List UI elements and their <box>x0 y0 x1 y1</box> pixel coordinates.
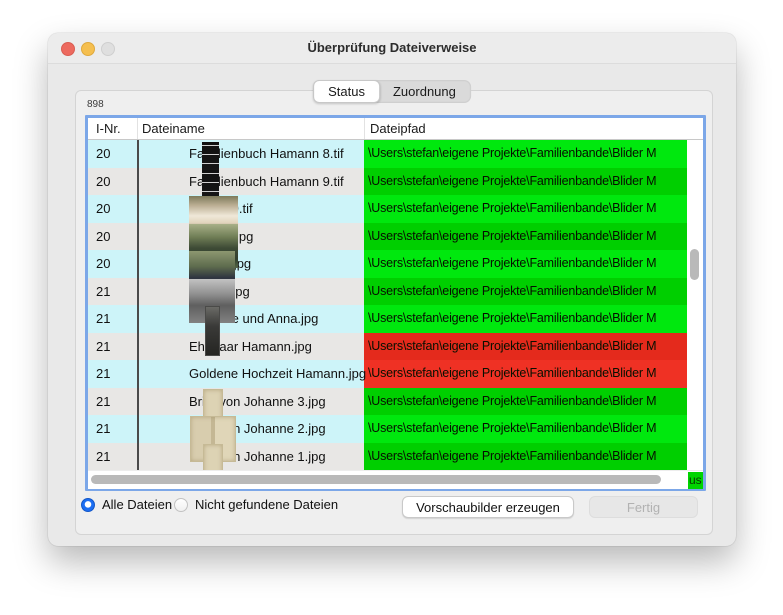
table-row[interactable]: 21 Bild 15.jpg \Users\stefan\eigene Proj… <box>88 278 703 306</box>
radio-alle-dateien[interactable]: Alle Dateien <box>81 497 172 512</box>
table-row[interactable]: 21 Ehepaar Hamann.jpg \Users\stefan\eige… <box>88 333 703 361</box>
path-overflow-corner: us <box>688 472 703 489</box>
content-groupbox: 898 I-Nr. Dateiname Dateipfad 20 Familie… <box>75 90 713 535</box>
cell-inr: 21 <box>88 360 137 388</box>
fertig-button[interactable]: Fertig <box>589 496 698 518</box>
table-row[interactable]: 21 Brief von Johanne 2.jpg \Users\stefan… <box>88 415 703 443</box>
cell-dateipfad: \Users\stefan\eigene Projekte\Familienba… <box>364 223 687 251</box>
table-header: I-Nr. Dateiname Dateipfad <box>88 118 703 140</box>
cell-inr: 20 <box>88 195 137 223</box>
photo-thumbnail-johanne <box>205 306 220 356</box>
cell-dateiname: Familienbuch Hamann 9.tif <box>137 168 364 196</box>
cell-inr: 21 <box>88 333 137 361</box>
row-count: 898 <box>87 99 104 110</box>
cell-dateipfad: \Users\stefan\eigene Projekte\Familienba… <box>364 278 687 306</box>
cell-dateipfad: \Users\stefan\eigene Projekte\Familienba… <box>364 415 687 443</box>
cell-inr: 20 <box>88 223 137 251</box>
cell-dateiname: Brief von Johanne 2.jpg <box>137 415 364 443</box>
cell-inr: 20 <box>88 140 137 168</box>
cell-dateiname: Bild003.jpg <box>137 223 364 251</box>
cell-dateipfad: \Users\stefan\eigene Projekte\Familienba… <box>364 250 687 278</box>
radio-unselected-icon <box>174 498 188 512</box>
radio-alle-dateien-label: Alle Dateien <box>102 497 172 512</box>
cell-dateiname: Bild 15.jpg <box>137 278 364 306</box>
column-header-inr[interactable]: I-Nr. <box>88 118 137 139</box>
cell-dateipfad: \Users\stefan\eigene Projekte\Familienba… <box>364 195 687 223</box>
cell-inr: 20 <box>88 250 137 278</box>
cell-dateipfad: \Users\stefan\eigene Projekte\Familienba… <box>364 443 687 471</box>
vertical-scrollbar[interactable] <box>687 140 703 470</box>
cell-dateiname: Brief von Johanne 1.jpg <box>137 443 364 471</box>
cell-dateiname: Johanne und Anna.jpg <box>137 305 364 333</box>
table-row[interactable]: 20 Familienbuch Hamann 9.tif \Users\stef… <box>88 168 703 196</box>
column-header-dateiname[interactable]: Dateiname <box>137 118 364 139</box>
horizontal-scrollbar-thumb[interactable] <box>91 475 661 484</box>
table-row[interactable]: 20 Bild003.jpg \Users\stefan\eigene Proj… <box>88 223 703 251</box>
vertical-scrollbar-thumb[interactable] <box>690 249 699 280</box>
table-row[interactable]: 21 Brief von Johanne 1.jpg \Users\stefan… <box>88 443 703 471</box>
cell-dateipfad: \Users\stefan\eigene Projekte\Familienba… <box>364 140 687 168</box>
cell-dateiname: File0009.tif <box>137 195 364 223</box>
table-row[interactable]: 21 Brief von Johanne 3.jpg \Users\stefan… <box>88 388 703 416</box>
cell-dateipfad: \Users\stefan\eigene Projekte\Familienba… <box>364 333 687 361</box>
cell-dateiname: Brief von Johanne 3.jpg <box>137 388 364 416</box>
cell-dateipfad: \Users\stefan\eigene Projekte\Familienba… <box>364 168 687 196</box>
letter-thumbnail <box>203 444 223 471</box>
table-row[interactable]: 20 Dia023.jpg \Users\stefan\eigene Proje… <box>88 250 703 278</box>
table-row[interactable]: 21 Goldene Hochzeit Hamann.jpg \Users\st… <box>88 360 703 388</box>
cell-dateipfad: \Users\stefan\eigene Projekte\Familienba… <box>364 360 687 388</box>
cell-inr: 21 <box>88 415 137 443</box>
cell-dateiname: Familienbuch Hamann 8.tif <box>137 140 364 168</box>
horizontal-scrollbar[interactable]: us <box>88 470 703 489</box>
table-row[interactable]: 20 Familienbuch Hamann 8.tif \Users\stef… <box>88 140 703 168</box>
cell-dateiname: Goldene Hochzeit Hamann.jpg <box>137 360 364 388</box>
radio-selected-icon <box>81 498 95 512</box>
tab-zuordnung[interactable]: Zuordnung <box>379 81 470 102</box>
column-header-dateipfad[interactable]: Dateipfad <box>364 118 687 139</box>
table-row[interactable]: 20 File0009.tif \Users\stefan\eigene Pro… <box>88 195 703 223</box>
tab-bar: Status Zuordnung <box>313 80 471 103</box>
cell-dateiname: Ehepaar Hamann.jpg <box>137 333 364 361</box>
cell-inr: 21 <box>88 305 137 333</box>
cell-inr: 21 <box>88 278 137 306</box>
table-rows: 20 Familienbuch Hamann 8.tif \Users\stef… <box>88 140 703 470</box>
radio-nicht-gefundene-label: Nicht gefundene Dateien <box>195 497 338 512</box>
cell-dateipfad: \Users\stefan\eigene Projekte\Familienba… <box>364 388 687 416</box>
cell-inr: 21 <box>88 388 137 416</box>
cell-inr: 21 <box>88 443 137 471</box>
cell-dateiname: Dia023.jpg <box>137 250 364 278</box>
vorschaubilder-erzeugen-button[interactable]: Vorschaubilder erzeugen <box>402 496 574 518</box>
filename-text: Goldene Hochzeit Hamann.jpg <box>189 360 366 388</box>
window-title: Überprüfung Dateiverweise <box>48 33 736 63</box>
cell-inr: 20 <box>88 168 137 196</box>
cell-dateipfad: \Users\stefan\eigene Projekte\Familienba… <box>364 305 687 333</box>
title-bar[interactable]: Überprüfung Dateiverweise <box>48 33 736 64</box>
file-table: I-Nr. Dateiname Dateipfad 20 Familienbuc… <box>85 115 706 491</box>
table-row[interactable]: 21 Johanne und Anna.jpg \Users\stefan\ei… <box>88 305 703 333</box>
radio-nicht-gefundene[interactable]: Nicht gefundene Dateien <box>174 497 338 512</box>
dialog-window: Überprüfung Dateiverweise Status Zuordnu… <box>48 33 736 546</box>
tab-status[interactable]: Status <box>313 80 380 103</box>
